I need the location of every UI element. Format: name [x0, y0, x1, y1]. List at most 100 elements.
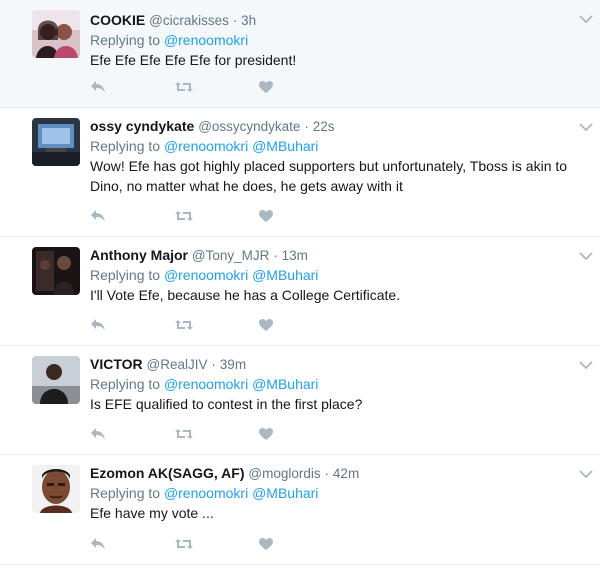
tweet-actions — [90, 534, 342, 554]
replying-label: Replying to — [90, 32, 161, 48]
reply-button[interactable] — [90, 425, 174, 443]
tweet[interactable]: COOKIE @cicrakisses · 3h Replying to @re… — [0, 0, 600, 108]
tweet-text: Efe Efe Efe Efe Efe for president! — [90, 52, 297, 68]
user-handle[interactable]: @ossycyndykate — [198, 119, 300, 134]
tweet-actions — [90, 424, 342, 444]
separator: · — [304, 119, 309, 134]
user-handle[interactable]: @moglordis — [248, 466, 320, 481]
reply-icon — [91, 319, 105, 331]
tweet[interactable]: Anthony Major @Tony_MJR · 13m Replying t… — [0, 237, 600, 346]
tweet-header: Anthony Major @Tony_MJR · 13m — [90, 245, 570, 265]
display-name[interactable]: Anthony Major — [90, 247, 188, 263]
heart-icon — [259, 210, 273, 222]
user-handle[interactable]: @cicrakisses — [149, 13, 229, 28]
mention-link[interactable]: @MBuhari — [252, 138, 318, 154]
retweet-button[interactable] — [174, 425, 258, 443]
chevron-down-icon[interactable] — [578, 120, 594, 132]
replying-label: Replying to — [90, 376, 161, 392]
reply-icon — [91, 538, 105, 550]
separator: · — [232, 13, 238, 28]
replying-to: Replying to @renoomokri @MBuhari — [90, 265, 570, 285]
timestamp[interactable]: 42m — [333, 466, 359, 481]
like-button[interactable] — [258, 78, 342, 96]
heart-icon — [259, 428, 273, 440]
display-name[interactable]: VICTOR — [90, 356, 143, 372]
replying-label: Replying to — [90, 485, 161, 501]
tweet-actions — [90, 77, 342, 97]
replying-to: Replying to @renoomokri @MBuhari — [90, 483, 570, 503]
tweet-text: Wow! Efe has got highly placed supporter… — [90, 158, 568, 194]
retweet-icon — [175, 82, 193, 92]
reply-button[interactable] — [90, 78, 174, 96]
heart-icon — [259, 81, 273, 93]
replying-label: Replying to — [90, 138, 161, 154]
like-button[interactable] — [258, 316, 342, 334]
user-handle[interactable]: @RealJIV — [147, 357, 208, 372]
separator: · — [211, 357, 216, 372]
like-button[interactable] — [258, 425, 342, 443]
tweet[interactable]: VICTOR @RealJIV · 39m Replying to @renoo… — [0, 346, 600, 455]
mention-link[interactable]: @MBuhari — [252, 376, 318, 392]
tweet[interactable]: Ezomon AK(SAGG, AF) @moglordis · 42m Rep… — [0, 455, 600, 565]
reply-icon — [91, 210, 105, 222]
chevron-down-icon[interactable] — [578, 467, 594, 479]
like-button[interactable] — [258, 535, 342, 553]
mention-link[interactable]: @MBuhari — [252, 267, 318, 283]
reply-icon — [91, 81, 105, 93]
tweet-text: I'll Vote Efe, because he has a College … — [90, 287, 401, 303]
replying-to: Replying to @renoomokri — [90, 30, 570, 50]
timestamp[interactable]: 3h — [241, 13, 256, 28]
tweet-actions — [90, 206, 342, 226]
retweet-button[interactable] — [174, 535, 258, 553]
display-name[interactable]: Ezomon AK(SAGG, AF) — [90, 465, 245, 481]
tweet-feed: COOKIE @cicrakisses · 3h Replying to @re… — [0, 0, 600, 565]
retweet-icon — [175, 320, 193, 330]
replying-label: Replying to — [90, 267, 161, 283]
timestamp[interactable]: 13m — [282, 248, 308, 263]
tweet-text: Efe have my vote ... — [90, 505, 214, 521]
reply-icon — [91, 428, 105, 440]
tweet-header: VICTOR @RealJIV · 39m — [90, 354, 570, 374]
mention-link[interactable]: @renoomokri — [164, 376, 248, 392]
avatar[interactable] — [32, 118, 80, 166]
mention-link[interactable]: @renoomokri — [164, 138, 248, 154]
retweet-icon — [175, 211, 193, 221]
chevron-down-icon[interactable] — [578, 249, 594, 261]
chevron-down-icon[interactable] — [578, 12, 594, 24]
reply-button[interactable] — [90, 207, 174, 225]
replying-to: Replying to @renoomokri @MBuhari — [90, 136, 570, 156]
heart-icon — [259, 538, 273, 550]
retweet-button[interactable] — [174, 207, 258, 225]
like-button[interactable] — [258, 207, 342, 225]
retweet-button[interactable] — [174, 78, 258, 96]
avatar[interactable] — [32, 247, 80, 295]
retweet-button[interactable] — [174, 316, 258, 334]
timestamp[interactable]: 22s — [313, 119, 335, 134]
separator: · — [324, 466, 330, 481]
display-name[interactable]: COOKIE — [90, 12, 145, 28]
mention-link[interactable]: @renoomokri — [164, 485, 248, 501]
tweet-header: ossy cyndykate @ossycyndykate · 22s — [90, 116, 570, 136]
tweet-header: Ezomon AK(SAGG, AF) @moglordis · 42m — [90, 463, 570, 483]
tweet-header: COOKIE @cicrakisses · 3h — [90, 10, 570, 30]
retweet-icon — [175, 429, 193, 439]
reply-button[interactable] — [90, 535, 174, 553]
avatar[interactable] — [32, 10, 80, 58]
timestamp[interactable]: 39m — [220, 357, 246, 372]
retweet-icon — [175, 539, 193, 549]
avatar[interactable] — [32, 356, 80, 404]
display-name[interactable]: ossy cyndykate — [90, 118, 194, 134]
tweet-actions — [90, 315, 342, 335]
user-handle[interactable]: @Tony_MJR — [192, 248, 269, 263]
tweet-text: Is EFE qualified to contest in the first… — [90, 396, 363, 412]
separator: · — [273, 248, 278, 263]
heart-icon — [259, 319, 273, 331]
chevron-down-icon[interactable] — [578, 358, 594, 370]
avatar[interactable] — [32, 465, 80, 513]
mention-link[interactable]: @renoomokri — [164, 267, 248, 283]
reply-button[interactable] — [90, 316, 174, 334]
mention-link[interactable]: @renoomokri — [164, 32, 248, 48]
replying-to: Replying to @renoomokri @MBuhari — [90, 374, 570, 394]
tweet[interactable]: ossy cyndykate @ossycyndykate · 22s Repl… — [0, 108, 600, 237]
mention-link[interactable]: @MBuhari — [252, 485, 318, 501]
